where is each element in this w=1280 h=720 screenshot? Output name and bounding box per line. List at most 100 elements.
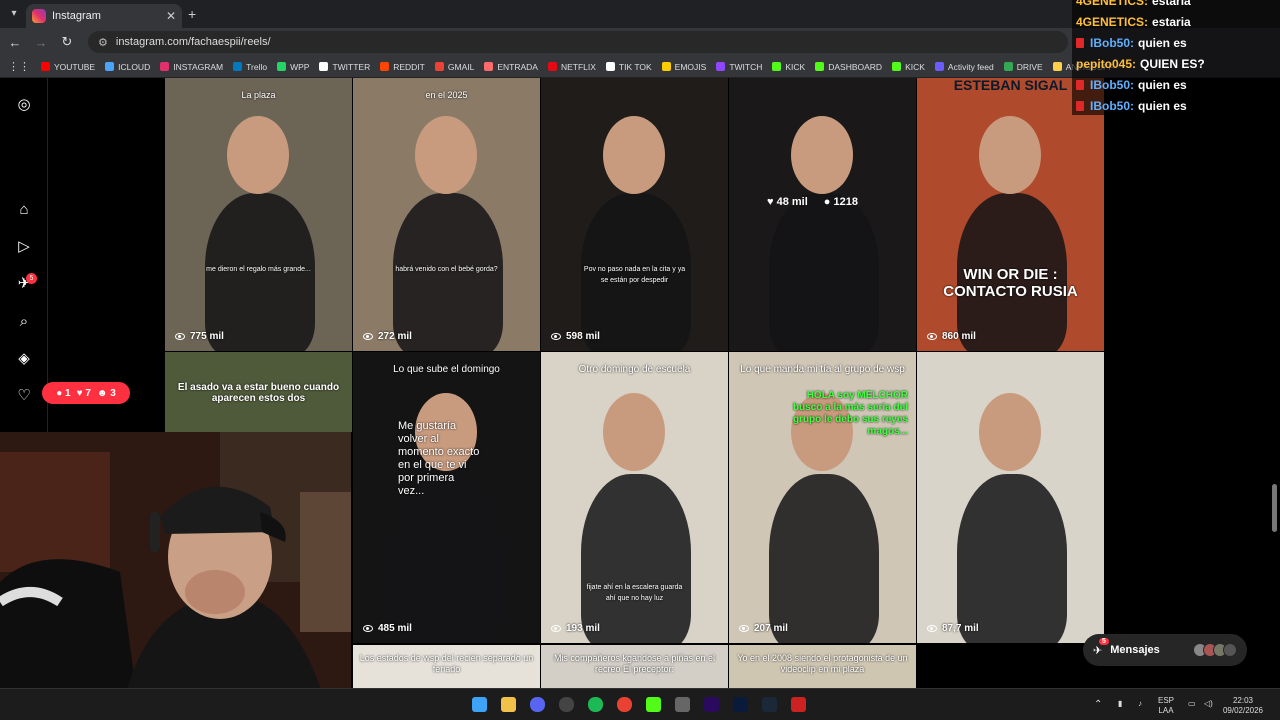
chat-message: QUIEN ES? bbox=[1140, 57, 1205, 71]
comments-count: 1218 bbox=[833, 196, 858, 208]
apps-grid-icon[interactable]: ⋮⋮ bbox=[8, 60, 30, 73]
bookmark-9[interactable]: NETFLIX bbox=[543, 62, 601, 72]
bookmark-label: KICK bbox=[905, 61, 925, 72]
reel-tile[interactable]: El asado va a estar bueno cuando aparece… bbox=[165, 352, 352, 432]
lang-text: ESP bbox=[1158, 696, 1175, 705]
eye-icon bbox=[927, 625, 937, 632]
site-info-icon[interactable]: ⚙ bbox=[98, 36, 108, 49]
bookmark-11[interactable]: EMOJIS bbox=[657, 62, 712, 72]
notifications-heart-icon[interactable]: ♡ bbox=[15, 387, 33, 405]
reel-tile[interactable]: Los estados de wsp del recién separado u… bbox=[353, 645, 540, 688]
chat-message: estaria bbox=[1152, 0, 1191, 8]
bookmark-icon bbox=[319, 62, 329, 71]
reel-tile[interactable]: Yo en el 2008 siendo el protagonista de … bbox=[729, 645, 916, 688]
network-icon[interactable]: ▭ bbox=[1188, 699, 1196, 709]
notification-pill[interactable]: ● 1 ♥ 7 ☻ 3 bbox=[42, 382, 130, 404]
photoshop-icon[interactable] bbox=[733, 697, 748, 712]
bookmark-12[interactable]: TWITCH bbox=[711, 62, 767, 72]
volume-icon[interactable]: ◁) bbox=[1204, 699, 1213, 709]
app-icon[interactable] bbox=[791, 697, 806, 712]
reel-caption-top: en el 2025 bbox=[425, 90, 468, 100]
explore-icon[interactable]: ◈ bbox=[15, 350, 33, 368]
language-indicator[interactable]: ESP LAA bbox=[1158, 696, 1174, 716]
eye-icon bbox=[927, 333, 937, 340]
views-count: 860 mil bbox=[942, 331, 976, 342]
chat-line: IBob50: quien es bbox=[1076, 99, 1187, 113]
spotify-icon[interactable] bbox=[588, 697, 603, 712]
reel-tile[interactable]: ESTEBAN SIGAL WIN OR DIE : CONTACTO RUSIA… bbox=[917, 78, 1104, 351]
views-count: 485 mil bbox=[378, 623, 412, 634]
eye-icon bbox=[363, 333, 373, 340]
bookmark-2[interactable]: INSTAGRAM bbox=[155, 62, 228, 72]
bookmark-16[interactable]: Activity feed bbox=[930, 62, 999, 72]
bookmark-8[interactable]: ENTRADA bbox=[479, 62, 543, 72]
discord-icon[interactable] bbox=[530, 697, 545, 712]
reel-tile[interactable]: La plaza me dieron el regalo más grande..… bbox=[165, 78, 352, 351]
bookmark-3[interactable]: Trello bbox=[228, 62, 272, 72]
reel-tile[interactable]: en el 2025 habrá venido con el bebé gorda… bbox=[353, 78, 540, 351]
bookmark-label: KICK bbox=[785, 61, 806, 72]
bookmark-14[interactable]: DASHBOARD bbox=[810, 62, 887, 72]
bookmark-6[interactable]: REDDIT bbox=[375, 62, 430, 72]
chat-username: IBob50: bbox=[1090, 36, 1135, 50]
tab-close-icon[interactable]: ✕ bbox=[166, 9, 176, 23]
kick-icon[interactable] bbox=[646, 697, 661, 712]
mic-icon[interactable]: ♪ bbox=[1138, 699, 1142, 709]
bookmark-icon bbox=[380, 62, 390, 71]
reel-views: 598 mil bbox=[551, 331, 600, 342]
bookmark-7[interactable]: GMAIL bbox=[430, 62, 479, 72]
bookmark-icon bbox=[547, 62, 557, 71]
bookmark-5[interactable]: TWITTER bbox=[314, 62, 375, 72]
bookmark-4[interactable]: WPP bbox=[272, 62, 314, 72]
eye-icon bbox=[363, 625, 373, 632]
home-icon[interactable]: ⌂ bbox=[15, 201, 33, 219]
bookmark-10[interactable]: TIK TOK bbox=[601, 62, 657, 72]
reel-caption: habrá venido con el bebé gorda? bbox=[395, 265, 498, 273]
bookmark-icon bbox=[41, 62, 50, 71]
bookmark-13[interactable]: KICK bbox=[767, 62, 810, 72]
start-button-icon[interactable] bbox=[472, 697, 487, 712]
bookmark-0[interactable]: YOUTUBE bbox=[36, 62, 100, 72]
reload-button[interactable]: ↻ bbox=[56, 34, 78, 50]
reel-caption-top: Los estados de wsp del recién separado u… bbox=[359, 653, 534, 674]
premiere-icon[interactable] bbox=[704, 697, 719, 712]
reel-tile[interactable]: Lo que manda mi tía al grupo de wsp HOLA … bbox=[729, 352, 916, 643]
reel-views: 860 mil bbox=[927, 331, 976, 342]
clock[interactable]: 22:03 09/02/2026 bbox=[1220, 696, 1266, 716]
reel-caption: me dieron el regalo más grande... bbox=[206, 265, 311, 273]
chat-username: 4GENETICS: bbox=[1076, 15, 1149, 29]
steam-icon[interactable] bbox=[762, 697, 777, 712]
url-input[interactable]: ⚙ instagram.com/fachaespii/reels/ bbox=[88, 31, 1068, 53]
back-button[interactable]: ← bbox=[4, 35, 26, 50]
bookmark-15[interactable]: KICK bbox=[887, 62, 930, 72]
tab-instagram[interactable]: Instagram ✕ bbox=[26, 4, 182, 28]
like-stat: ♥ 48 mil bbox=[767, 196, 808, 208]
reel-tile[interactable]: Mis compañeros kgandose a piñas en el re… bbox=[541, 645, 728, 688]
reel-tile[interactable]: Pov no paso nada en la cita y ya se está… bbox=[541, 78, 728, 351]
tab-search-button[interactable]: ▾ bbox=[4, 4, 24, 24]
tray-chevron-icon[interactable]: ⌃ bbox=[1094, 700, 1102, 710]
eye-icon bbox=[551, 333, 561, 340]
url-text: instagram.com/fachaespii/reels/ bbox=[115, 36, 271, 48]
reels-icon[interactable]: ▷ bbox=[15, 238, 33, 256]
bookmark-label: DRIVE bbox=[1016, 61, 1043, 72]
forward-button[interactable]: → bbox=[30, 35, 52, 50]
obs-icon[interactable] bbox=[559, 697, 574, 712]
new-tab-button[interactable]: + bbox=[188, 6, 196, 22]
tray-flag-icon[interactable]: ▮ bbox=[1118, 699, 1122, 709]
reel-tile[interactable]: Otro domingo de escuela fijate ahí en la … bbox=[541, 352, 728, 643]
messages-button[interactable]: ✈ 5 Mensajes bbox=[1083, 634, 1247, 666]
instagram-logo-icon[interactable]: ◎ bbox=[15, 96, 33, 114]
reel-tile[interactable]: ♥ 48 mil ● 1218 bbox=[729, 78, 916, 351]
bookmark-1[interactable]: ICLOUD bbox=[100, 62, 155, 72]
search-icon[interactable]: ⌕ bbox=[15, 313, 33, 331]
bookmark-17[interactable]: DRIVE bbox=[999, 62, 1048, 72]
capcut-icon[interactable] bbox=[675, 697, 690, 712]
chrome-icon[interactable] bbox=[617, 697, 632, 712]
bookmark-label: REDDIT bbox=[393, 61, 425, 72]
messages-label: Mensajes bbox=[1110, 644, 1160, 656]
file-explorer-icon[interactable] bbox=[501, 697, 516, 712]
page-scrollbar[interactable] bbox=[1272, 484, 1277, 532]
reel-tile[interactable]: 87,7 mil bbox=[917, 352, 1104, 643]
reel-tile[interactable]: Lo que sube el domingo Me gustaría volver… bbox=[353, 352, 540, 643]
